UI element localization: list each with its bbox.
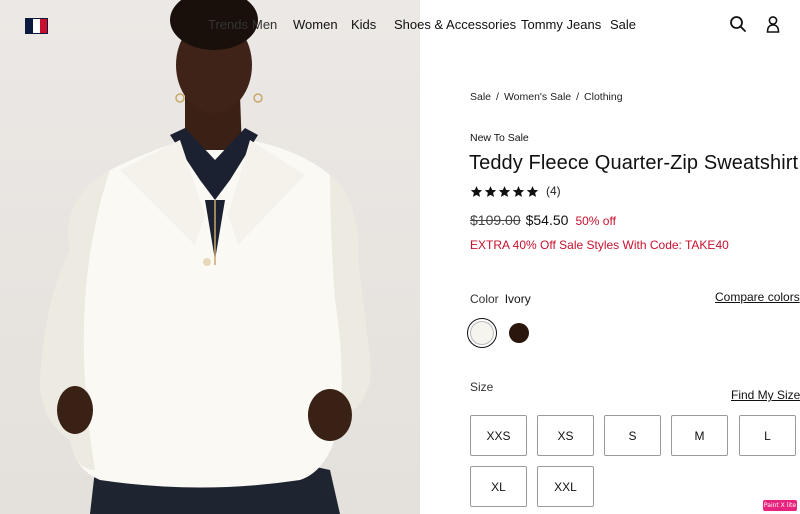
search-icon[interactable]	[729, 15, 747, 33]
nav-item-sale[interactable]: Sale	[610, 17, 636, 32]
nav-item-women[interactable]: Women	[293, 17, 338, 32]
account-icon[interactable]	[764, 15, 782, 33]
nav-item-kids[interactable]: Kids	[351, 17, 376, 32]
color-label: Color Ivory	[470, 292, 531, 306]
promo-message: EXTRA 40% Off Sale Styles With Code: TAK…	[470, 238, 729, 252]
size-xxs-button[interactable]: XXS	[470, 415, 527, 456]
swatch-brown[interactable]	[509, 323, 529, 343]
sale-price: $54.50	[525, 212, 569, 228]
paint-x-lite-badge[interactable]: Paint X lite	[763, 500, 797, 511]
star-icon	[512, 185, 525, 197]
rating[interactable]: (4)	[470, 184, 561, 198]
size-m-button[interactable]: M	[671, 415, 728, 456]
price-block: $109.00 $54.50 50% off	[470, 212, 616, 228]
compare-colors-link[interactable]: Compare colors	[715, 290, 800, 304]
product-title: Teddy Fleece Quarter-Zip Sweatshirt	[469, 152, 799, 174]
review-count[interactable]: (4)	[546, 184, 561, 198]
original-price: $109.00	[470, 212, 521, 228]
nav-item-tommy-jeans[interactable]: Tommy Jeans	[521, 17, 601, 32]
size-l-button[interactable]: L	[739, 415, 796, 456]
size-xxl-button[interactable]: XXL	[537, 466, 594, 507]
nav-item-shoes-accessories[interactable]: Shoes & Accessories	[394, 17, 516, 32]
new-to-sale-tag: New To Sale	[470, 132, 529, 144]
nav-item-men-partial[interactable]: Men	[252, 17, 277, 32]
size-label: Size	[470, 380, 494, 394]
discount-label: 50% off	[575, 214, 616, 228]
product-page: Trends Men Women Kids Shoes & Accessorie…	[0, 0, 800, 514]
nav-item-trends-partial[interactable]: Trends	[208, 17, 248, 32]
star-icon	[484, 185, 497, 197]
model-illustration	[40, 0, 371, 514]
size-s-button[interactable]: S	[604, 415, 661, 456]
breadcrumb: Sale / Women's Sale / Clothing	[470, 91, 623, 103]
breadcrumb-sale[interactable]: Sale	[470, 91, 491, 103]
breadcrumb-womens-sale[interactable]: Women's Sale	[504, 91, 571, 103]
star-icon	[470, 185, 483, 197]
selected-color: Ivory	[504, 292, 531, 306]
star-icon	[526, 185, 539, 197]
product-image[interactable]	[0, 0, 420, 514]
star-icon	[498, 185, 511, 197]
breadcrumb-clothing[interactable]: Clothing	[584, 91, 623, 103]
size-xs-button[interactable]: XS	[537, 415, 594, 456]
size-xl-button[interactable]: XL	[470, 466, 527, 507]
find-my-size-link[interactable]: Find My Size	[731, 388, 800, 402]
swatch-ivory[interactable]	[467, 318, 497, 348]
color-label-text: Color	[470, 292, 499, 306]
brand-logo[interactable]	[25, 18, 48, 34]
